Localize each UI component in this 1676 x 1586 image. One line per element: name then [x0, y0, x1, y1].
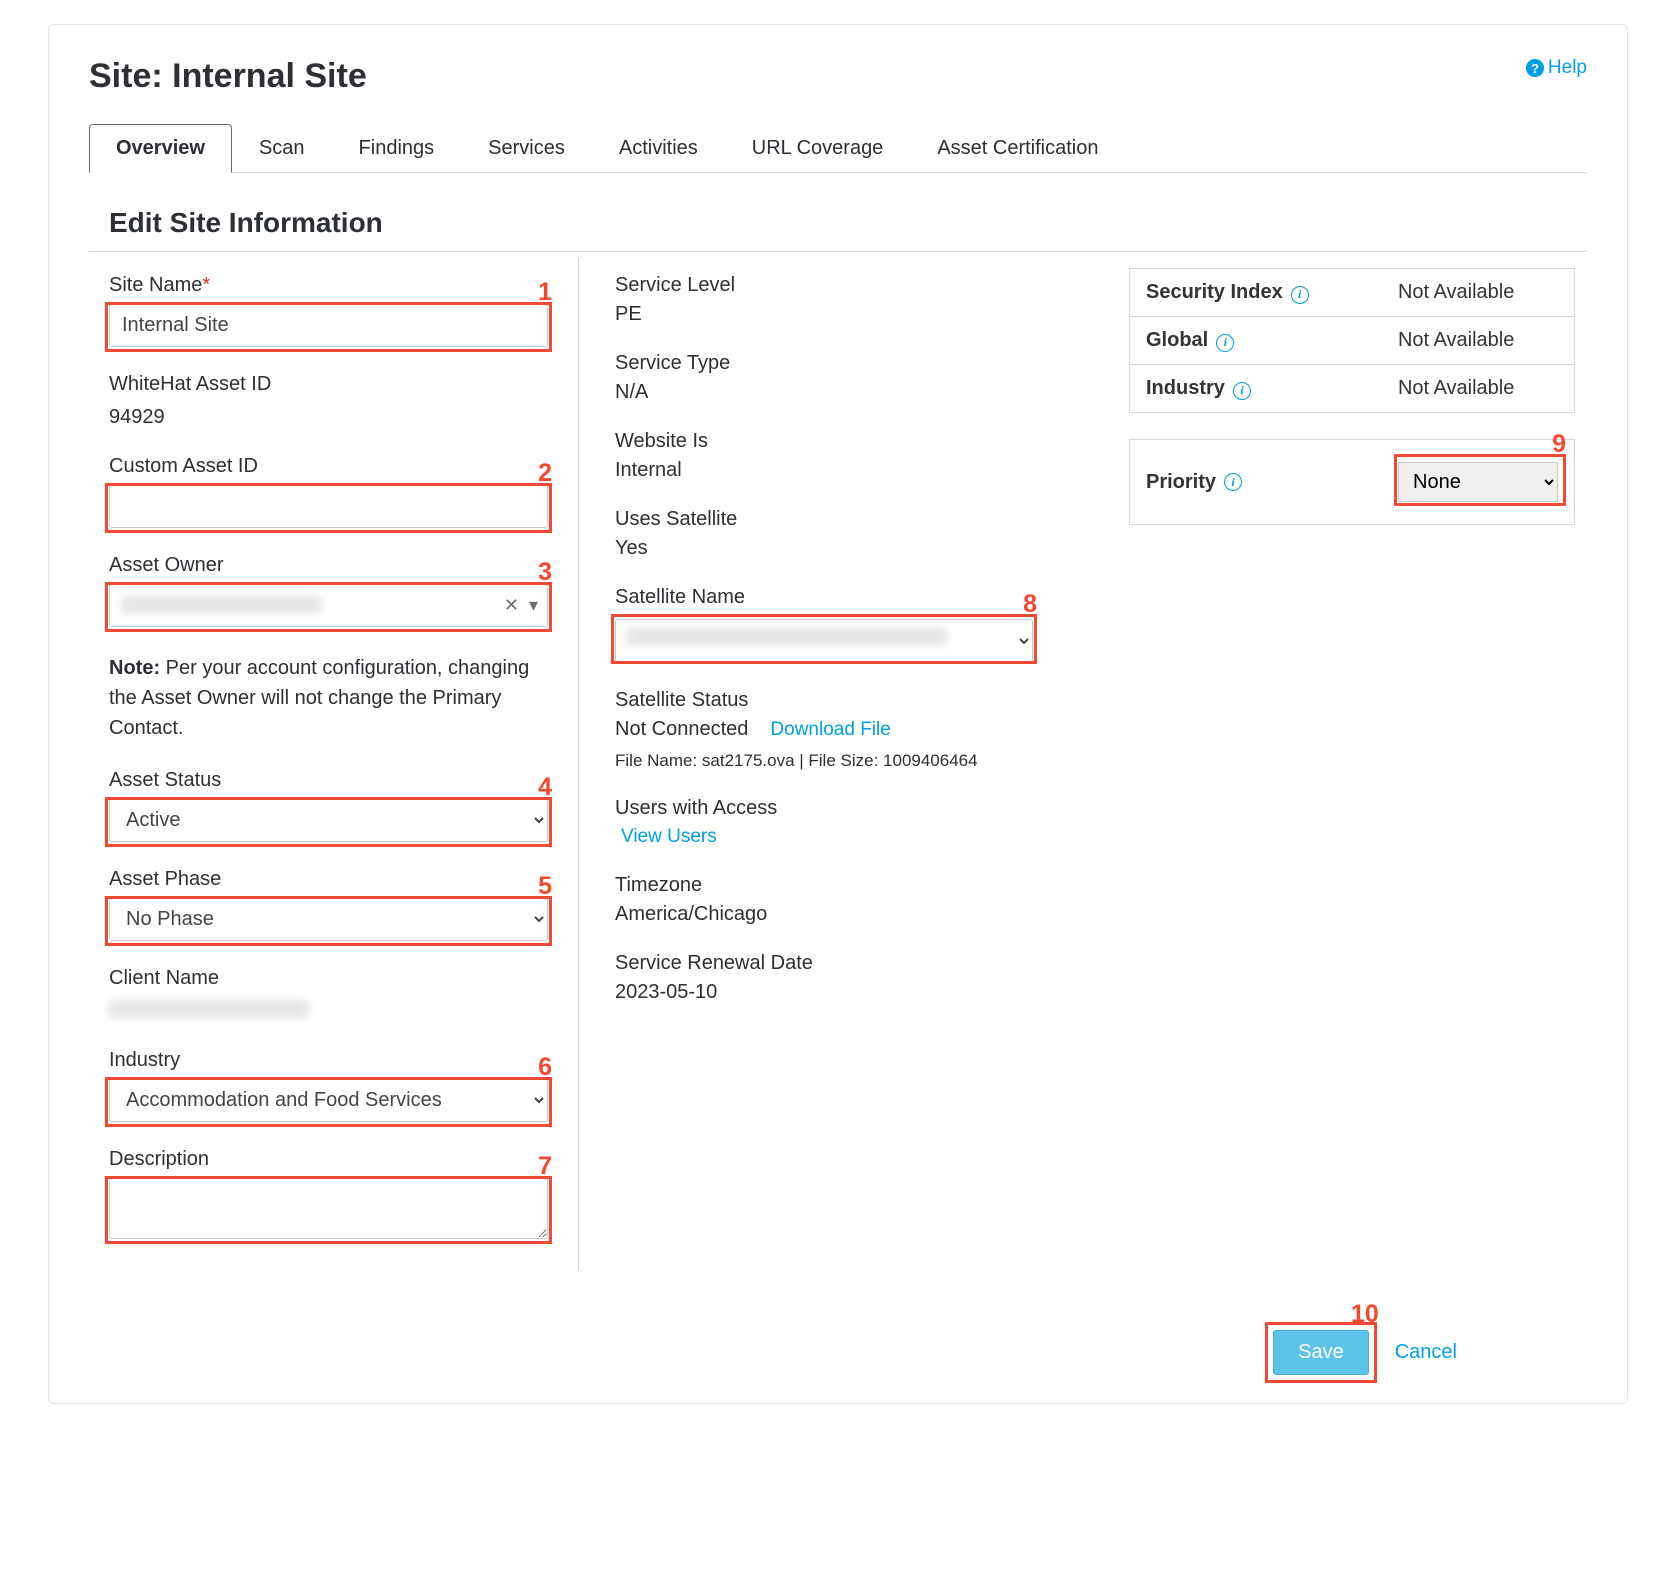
- industry-label: Industry: [109, 1049, 548, 1072]
- uses-satellite-value: Yes: [615, 537, 1033, 560]
- timezone-value: America/Chicago: [615, 903, 1033, 926]
- marker-4: 4: [538, 773, 552, 802]
- service-type-label: Service Type: [615, 352, 1033, 375]
- marker-8: 8: [1023, 590, 1037, 619]
- industry-select[interactable]: Accommodation and Food Services: [109, 1078, 548, 1122]
- save-button[interactable]: Save: [1273, 1330, 1369, 1375]
- marker-6: 6: [538, 1053, 552, 1082]
- tab-findings[interactable]: Findings: [332, 124, 462, 173]
- timezone-label: Timezone: [615, 874, 1033, 897]
- asset-owner-note: Note: Per your account configuration, ch…: [109, 653, 548, 743]
- marker-7: 7: [538, 1152, 552, 1181]
- cancel-link[interactable]: Cancel: [1395, 1341, 1457, 1364]
- website-is-value: Internal: [615, 459, 1033, 482]
- tab-activities[interactable]: Activities: [592, 124, 725, 173]
- field-site-name: Site Name* 1: [109, 274, 548, 347]
- marker-3: 3: [538, 558, 552, 587]
- site-card: Site: Internal Site ? Help Overview Scan…: [48, 24, 1628, 1404]
- global-value: Not Available: [1382, 317, 1575, 365]
- site-name-label: Site Name*: [109, 274, 548, 297]
- table-row: Globali Not Available: [1130, 317, 1575, 365]
- marker-1: 1: [538, 278, 552, 307]
- tabs: Overview Scan Findings Services Activiti…: [89, 124, 1587, 173]
- tab-services[interactable]: Services: [461, 124, 592, 173]
- divider: [89, 251, 1587, 252]
- info-icon[interactable]: i: [1224, 473, 1242, 491]
- left-column: Site Name* 1 WhiteHat Asset ID 94929 Cus…: [89, 258, 579, 1270]
- priority-box: Priority i None 9: [1129, 439, 1575, 525]
- chevron-down-icon[interactable]: ▾: [529, 596, 538, 614]
- satellite-name-redacted: [627, 628, 947, 646]
- asset-status-select[interactable]: Active: [109, 798, 548, 842]
- industry-metric-label: Industry: [1146, 377, 1225, 399]
- custom-id-label: Custom Asset ID: [109, 455, 548, 478]
- priority-select[interactable]: None: [1398, 462, 1558, 502]
- asset-owner-combo[interactable]: ✕ ▾: [109, 583, 548, 627]
- tab-overview[interactable]: Overview: [89, 124, 232, 173]
- asset-status-label: Asset Status: [109, 769, 548, 792]
- note-text: Per your account configuration, changing…: [109, 657, 529, 739]
- service-level-label: Service Level: [615, 274, 1033, 297]
- asset-owner-label: Asset Owner: [109, 554, 548, 577]
- renewal-value: 2023-05-10: [615, 981, 1033, 1004]
- table-row: Industry i Not Available: [1130, 365, 1575, 413]
- tab-url-coverage[interactable]: URL Coverage: [725, 124, 911, 173]
- uses-satellite-label: Uses Satellite: [615, 508, 1033, 531]
- users-with-access-label: Users with Access: [615, 797, 1033, 820]
- help-link[interactable]: ? Help: [1526, 57, 1587, 79]
- marker-2: 2: [538, 459, 552, 488]
- description-label: Description: [109, 1148, 548, 1171]
- global-label: Global: [1146, 329, 1208, 351]
- download-file-link[interactable]: Download File: [770, 719, 890, 741]
- asset-phase-select[interactable]: No Phase: [109, 897, 548, 941]
- metrics-table: Security Indexi Not Available Globali No…: [1129, 268, 1575, 413]
- service-level-value: PE: [615, 303, 1033, 326]
- security-index-label: Security Index: [1146, 281, 1283, 303]
- section-title: Edit Site Information: [89, 207, 1587, 239]
- service-type-value: N/A: [615, 381, 1033, 404]
- marker-5: 5: [538, 872, 552, 901]
- tab-asset-certification[interactable]: Asset Certification: [910, 124, 1125, 173]
- tab-scan[interactable]: Scan: [232, 124, 332, 173]
- page-title: Site: Internal Site: [89, 57, 367, 96]
- marker-10: 10: [1351, 1300, 1379, 1329]
- industry-metric-value: Not Available: [1382, 365, 1575, 413]
- asset-owner-redacted: [121, 596, 321, 614]
- website-is-label: Website Is: [615, 430, 1033, 453]
- clear-icon[interactable]: ✕: [504, 596, 519, 614]
- actions-bar: Save 10 Cancel: [89, 1330, 1587, 1375]
- whitehat-id-value: 94929: [109, 406, 548, 429]
- middle-column: Service Level PE Service Type N/A Websit…: [579, 258, 1069, 1270]
- site-name-input[interactable]: [109, 303, 548, 347]
- note-prefix: Note:: [109, 657, 160, 679]
- right-column: Security Indexi Not Available Globali No…: [1069, 258, 1587, 1270]
- required-star: *: [202, 274, 210, 296]
- help-text: Help: [1548, 57, 1587, 79]
- client-name-redacted: [109, 1000, 309, 1018]
- asset-phase-label: Asset Phase: [109, 868, 548, 891]
- renewal-label: Service Renewal Date: [615, 952, 1033, 975]
- security-index-value: Not Available: [1382, 269, 1575, 317]
- marker-9: 9: [1552, 430, 1566, 459]
- info-icon[interactable]: i: [1291, 286, 1309, 304]
- custom-id-input[interactable]: [109, 484, 548, 528]
- client-name-label: Client Name: [109, 967, 548, 990]
- priority-label: Priority: [1146, 471, 1216, 494]
- file-info: File Name: sat2175.ova | File Size: 1009…: [615, 751, 1033, 771]
- satellite-status-label: Satellite Status: [615, 689, 1033, 712]
- info-icon[interactable]: i: [1233, 382, 1251, 400]
- satellite-name-label: Satellite Name: [615, 586, 1033, 609]
- help-icon: ?: [1526, 59, 1544, 77]
- table-row: Security Index i Not Available: [1130, 269, 1575, 317]
- whitehat-id-label: WhiteHat Asset ID: [109, 373, 548, 396]
- description-textarea[interactable]: [109, 1177, 548, 1239]
- satellite-status-value: Not Connected: [615, 718, 748, 741]
- site-name-label-text: Site Name: [109, 274, 202, 296]
- info-icon[interactable]: i: [1216, 334, 1234, 352]
- view-users-link[interactable]: View Users: [621, 826, 717, 847]
